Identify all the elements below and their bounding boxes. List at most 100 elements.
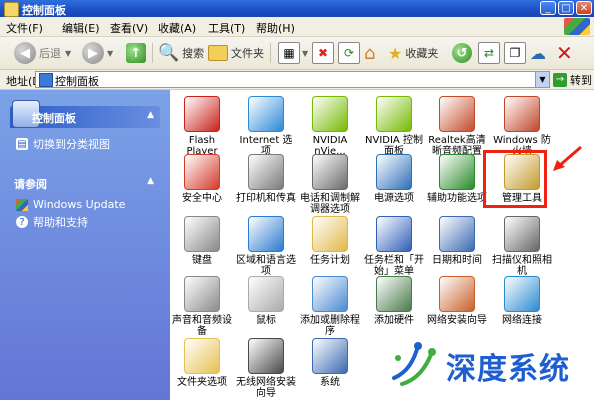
power-icon xyxy=(376,154,412,190)
control-panel-item[interactable]: 辅助功能选项 xyxy=(427,154,487,204)
network-button[interactable]: ☁ xyxy=(530,41,546,65)
views-button[interactable]: ▦ ▼ xyxy=(278,41,308,65)
clock-icon xyxy=(439,216,475,252)
control-panel-item-label: 网络安装向导 xyxy=(427,315,487,326)
control-panel-item[interactable]: 添加或删除程序 xyxy=(300,276,360,337)
back-label: 后退 xyxy=(39,47,61,60)
control-panel-item[interactable]: 打印机和传真 xyxy=(236,154,296,204)
favorites-button[interactable]: ★ 收藏夹 xyxy=(388,41,438,65)
control-panel-item[interactable]: 无线网络安装向导 xyxy=(236,338,296,399)
go-arrow-icon: → xyxy=(553,73,567,87)
scanner-icon xyxy=(504,216,540,252)
control-panel-header[interactable]: 控制面板 ▲ xyxy=(10,100,160,128)
control-panel-item[interactable]: Windows 防火墙 xyxy=(492,96,552,157)
control-panel-item-label: 任务计划 xyxy=(310,255,350,266)
history-icon: ↺ xyxy=(452,43,472,63)
back-button[interactable]: ◀ 后退 ▼ xyxy=(14,41,71,65)
search-button[interactable]: 🔍 搜索 xyxy=(158,41,204,65)
delete-button[interactable]: ✖ xyxy=(312,41,334,65)
control-panel-item-label: 无线网络安装向导 xyxy=(236,377,296,399)
windows-logo-icon xyxy=(564,18,590,35)
control-panel-heading: 控制面板 xyxy=(32,112,76,125)
nvidia-panel-icon xyxy=(376,96,412,132)
forward-dropdown-icon[interactable]: ▼ xyxy=(107,49,113,58)
folder-icon xyxy=(208,45,228,61)
windows-update-link[interactable]: Windows Update xyxy=(16,198,125,211)
hardware-icon xyxy=(376,276,412,312)
close-button[interactable]: ✕ xyxy=(576,1,592,15)
address-input[interactable]: 控制面板 ▼ xyxy=(35,71,550,88)
move-to-button[interactable]: ⇄ xyxy=(478,41,500,65)
window-title: 控制面板 xyxy=(22,4,66,17)
control-panel-small-icon xyxy=(39,73,53,87)
home-button[interactable]: ⌂ xyxy=(364,41,375,65)
control-panel-item[interactable]: Internet 选项 xyxy=(236,96,296,157)
address-bar: 地址(D) 控制面板 ▼ → 转到 xyxy=(0,70,594,90)
switch-category-view-link[interactable]: ▤ 切换到分类视图 xyxy=(16,136,110,152)
taskbar-icon xyxy=(376,216,412,252)
control-panel-item[interactable]: 网络安装向导 xyxy=(427,276,487,326)
menu-file[interactable]: 文件(F) xyxy=(6,20,43,36)
help-support-link[interactable]: ? 帮助和支持 xyxy=(16,214,88,230)
folder-options-icon xyxy=(184,338,220,374)
back-dropdown-icon[interactable]: ▼ xyxy=(65,49,71,58)
network-icon xyxy=(504,276,540,312)
control-panel-item[interactable]: 系统 xyxy=(300,338,360,388)
control-panel-item-label: 添加或删除程序 xyxy=(300,315,360,337)
see-also-header[interactable]: 请参阅 ▲ xyxy=(10,172,160,194)
control-panel-item[interactable]: 声音和音频设备 xyxy=(172,276,232,337)
nvidia-icon xyxy=(312,96,348,132)
up-folder-button[interactable]: ↑ xyxy=(126,41,146,65)
control-panel-item[interactable]: 扫描仪和照相机 xyxy=(492,216,552,277)
menu-tools[interactable]: 工具(T) xyxy=(208,20,245,36)
menu-view[interactable]: 查看(V) xyxy=(110,20,148,36)
stop-button[interactable]: ✕ xyxy=(556,41,573,65)
control-panel-item[interactable]: Realtek高清晰音频配置 xyxy=(427,96,487,157)
address-value: 控制面板 xyxy=(55,75,99,88)
search-label: 搜索 xyxy=(182,47,205,60)
title-bar: 控制面板 _ □ ✕ xyxy=(0,0,594,17)
control-panel-item[interactable]: Flash Player xyxy=(172,96,232,157)
firewall-icon xyxy=(504,96,540,132)
wireless-icon xyxy=(248,338,284,374)
see-also-chevron-icon[interactable]: ▲ xyxy=(147,176,154,186)
star-icon: ★ xyxy=(388,43,403,63)
windows-update-label: Windows Update xyxy=(33,198,126,211)
control-panel-item[interactable]: 键盘 xyxy=(172,216,232,266)
refresh-icon: ⟳ xyxy=(338,42,360,64)
views-dropdown-icon[interactable]: ▼ xyxy=(302,49,308,58)
menu-help[interactable]: 帮助(H) xyxy=(256,20,295,36)
control-panel-item[interactable]: 网络连接 xyxy=(492,276,552,326)
control-panel-item-label: 区域和语言选项 xyxy=(236,255,296,277)
refresh-button[interactable]: ⟳ xyxy=(338,41,360,65)
control-panel-item[interactable]: 任务计划 xyxy=(300,216,360,266)
collapse-chevron-icon[interactable]: ▲ xyxy=(147,110,154,120)
menu-edit[interactable]: 编辑(E) xyxy=(62,20,100,36)
control-panel-item[interactable]: 区域和语言选项 xyxy=(236,216,296,277)
control-panel-item[interactable]: 添加硬件 xyxy=(364,276,424,326)
task-folder-icon xyxy=(312,216,348,252)
copy-to-button[interactable]: ❐ xyxy=(504,41,526,65)
control-panel-item[interactable]: 电话和调制解调器选项 xyxy=(300,154,360,215)
maximize-button[interactable]: □ xyxy=(558,1,574,15)
forward-button[interactable]: ▶ ▼ xyxy=(82,41,113,65)
control-panel-item[interactable]: 日期和时间 xyxy=(427,216,487,266)
go-button[interactable]: → 转到 xyxy=(553,72,592,88)
control-panel-item[interactable]: 文件夹选项 xyxy=(172,338,232,388)
control-panel-item[interactable]: 安全中心 xyxy=(172,154,232,204)
control-panel-item[interactable]: 电源选项 xyxy=(364,154,424,204)
control-panel-item[interactable]: 鼠标 xyxy=(236,276,296,326)
address-dropdown-icon[interactable]: ▼ xyxy=(535,72,549,87)
history-button[interactable]: ↺ xyxy=(452,41,472,65)
folders-label: 文件夹 xyxy=(231,47,264,60)
favorites-label: 收藏夹 xyxy=(405,47,439,60)
home-icon: ⌂ xyxy=(364,42,376,64)
folders-button[interactable]: 文件夹 xyxy=(208,41,264,65)
control-panel-item[interactable]: NVIDIA 控制面板 xyxy=(364,96,424,157)
control-panel-item[interactable]: 任务栏和「开始」菜单 xyxy=(364,216,424,277)
annotation-arrow-icon xyxy=(553,145,582,171)
minimize-button[interactable]: _ xyxy=(540,1,556,15)
control-panel-item[interactable]: NVIDIA nVie... xyxy=(300,96,360,157)
menu-favorites[interactable]: 收藏(A) xyxy=(158,20,196,36)
control-panel-body: ▤ 切换到分类视图 xyxy=(10,128,160,156)
